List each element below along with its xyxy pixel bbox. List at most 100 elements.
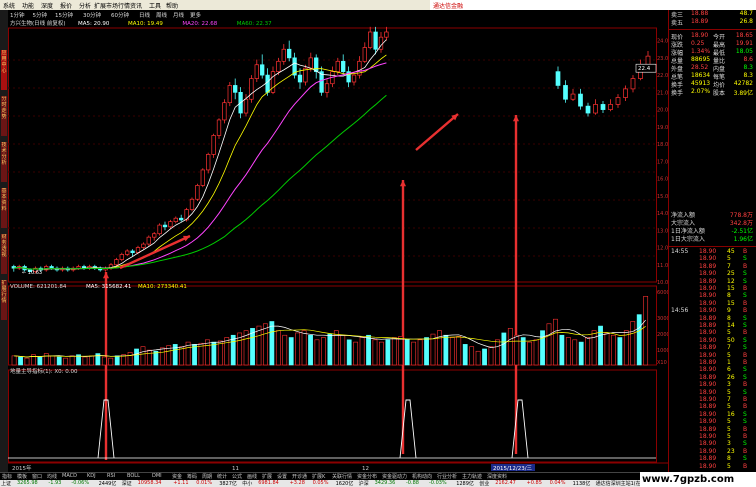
menu-item-4[interactable]: 分析 xyxy=(79,1,91,10)
volume-bar xyxy=(585,337,591,366)
bottom-tab-9[interactable]: 资金 xyxy=(172,473,182,480)
volume-bar xyxy=(623,330,629,366)
bottom-tab2-4[interactable]: 资金驱动力 xyxy=(382,473,407,480)
volume-bar xyxy=(540,330,545,366)
bottom-tab-3[interactable]: 均线 xyxy=(47,473,57,480)
tick-price: 18.89 xyxy=(699,373,717,381)
menu-item-7[interactable]: 工具 xyxy=(149,1,161,10)
period-tab-8[interactable]: 更多 xyxy=(190,11,202,19)
watermark: www.7gpzb.com xyxy=(640,472,756,487)
chart-canvas[interactable]: 1分钟 5分钟 15分钟 30分钟 60分钟 日线 周线 月线 更多方兴生物(日线 前复权) MA… xyxy=(8,10,673,472)
sidebar-tab-5[interactable]: 扩展行情 xyxy=(1,280,7,320)
status-item-18: -0.03% xyxy=(429,480,447,486)
menu-item-3[interactable]: 报价 xyxy=(60,1,72,10)
stat-value: 18.65 xyxy=(735,32,753,39)
tick-direction: B xyxy=(743,299,748,307)
tick-direction: B xyxy=(743,425,748,433)
sidebar-tab-0[interactable]: 应用中心 xyxy=(1,50,7,90)
volume-bar xyxy=(372,339,378,366)
tick-direction: S xyxy=(743,366,747,374)
volume-bar xyxy=(572,339,578,366)
bottom-tab-4[interactable]: MACD xyxy=(62,473,77,479)
volume-bar xyxy=(295,332,301,366)
menu-bar: 系统 功能 深度 报价 分析 扩展市场行情 资讯 工具 帮助 xyxy=(0,0,430,10)
bottom-tab-2[interactable]: 窗口 xyxy=(32,473,42,480)
bottom-tab2-5[interactable]: 机构动向 xyxy=(412,473,432,480)
volume-axis-label: 30000 xyxy=(657,316,668,322)
bottom-tab2-0[interactable]: 开诊通 xyxy=(292,473,307,480)
bottom-tab-13[interactable]: 公式 xyxy=(232,473,242,480)
period-tab-1[interactable]: 5分钟 xyxy=(33,11,48,19)
tick-direction: S xyxy=(743,373,747,381)
tick-price: 18.89 xyxy=(699,277,717,285)
volume-bar xyxy=(417,339,423,366)
tick-volume: 5 xyxy=(727,351,731,359)
tick-volume: 26 xyxy=(727,373,735,381)
period-tab-6[interactable]: 周线 xyxy=(156,11,168,19)
tick-price: 18.89 xyxy=(699,455,717,463)
bottom-tab-7[interactable]: BOLL xyxy=(127,473,140,479)
sidebar-tab-4[interactable]: 财务透视 xyxy=(1,234,7,274)
low-price-label: ← 10.63 xyxy=(22,270,42,276)
volume-bar xyxy=(630,321,636,366)
bottom-tab-11[interactable]: 周期 xyxy=(202,473,212,480)
bottom-tab2-8[interactable]: 深度资料 xyxy=(487,473,507,480)
period-tab-7[interactable]: 月线 xyxy=(173,11,185,19)
period-tab-4[interactable]: 60分钟 xyxy=(111,11,129,19)
tick-volume: 23 xyxy=(727,447,735,455)
volume-bar xyxy=(456,336,462,366)
volume-bar xyxy=(250,328,255,366)
period-tab-0[interactable]: 1分钟 xyxy=(10,11,25,19)
status-item-21: 2162.47 xyxy=(495,480,516,486)
watermark-text: www.7gpzb.com xyxy=(642,474,735,485)
sidebar-tab-2[interactable]: 技术分析 xyxy=(1,142,7,182)
kline-chart[interactable]: 1分钟 5分钟 15分钟 30分钟 60分钟 日线 周线 月线 更多 方兴生物(日线 前复权) MA… xyxy=(8,10,673,472)
tick-price: 18.90 xyxy=(699,329,717,337)
quote-panel: 卖三 18.88 48.7 卖五 18.89 26.8 现价 18.90 今开 18.65 涨跌 0.… xyxy=(668,10,756,472)
bottom-tab2-2[interactable]: 关联行情 xyxy=(332,473,352,480)
bottom-tab2-6[interactable]: 行业分析 xyxy=(437,473,457,480)
bottom-tab-10[interactable]: 筹码 xyxy=(187,473,197,480)
menu-item-0[interactable]: 系统 xyxy=(3,1,15,10)
bottom-tab-0[interactable]: 指标 xyxy=(2,473,12,480)
indicator-legend: 地量主导指标(1): X0: 0.00 xyxy=(10,367,78,375)
bottom-tab2-1[interactable]: 扩展K xyxy=(312,473,325,480)
bottom-tab-14[interactable]: 画线 xyxy=(247,473,257,480)
bottom-tab-6[interactable]: RSI xyxy=(107,473,115,479)
price-axis-label: 20.00 xyxy=(657,108,668,114)
bottom-tab-5[interactable]: KDJ xyxy=(87,473,96,479)
bottom-tab-1[interactable]: 模板 xyxy=(17,473,27,480)
bottom-tab-8[interactable]: DMI xyxy=(152,473,162,479)
candle xyxy=(146,236,151,245)
menu-item-5[interactable]: 扩展市场行情 xyxy=(94,1,130,10)
flow-row: 1日大宗流入 1.96亿 xyxy=(671,234,755,243)
bottom-tab2-3[interactable]: 资金分布 xyxy=(357,473,377,480)
bottom-tab-12[interactable]: 统计 xyxy=(217,473,227,480)
sidebar-tab-1[interactable]: 分时走势 xyxy=(1,96,7,136)
ask-volume: 48.7 xyxy=(739,10,753,17)
status-item-0: 上证 xyxy=(1,481,12,487)
volume-bar xyxy=(321,337,326,366)
status-item-22: +0.85 xyxy=(526,480,542,486)
candle xyxy=(623,88,628,98)
period-tab-5[interactable]: 日线 xyxy=(139,11,151,19)
menu-item-6[interactable]: 资讯 xyxy=(130,1,142,10)
status-item-24: 1138亿 xyxy=(572,481,591,487)
menu-item-1[interactable]: 功能 xyxy=(22,1,34,10)
menu-item-8[interactable]: 帮助 xyxy=(166,1,178,10)
status-item-7: +1.11 xyxy=(173,480,189,486)
period-tab-3[interactable]: 30分钟 xyxy=(83,11,101,19)
period-tab-2[interactable]: 15分钟 xyxy=(55,11,73,19)
stat-value: 0.25 xyxy=(691,40,705,47)
sidebar-tab-3[interactable]: 基本资料 xyxy=(1,188,7,228)
bottom-tab-15[interactable]: 扩展 xyxy=(262,473,272,480)
candle xyxy=(141,243,146,248)
tick-volume: 25 xyxy=(727,270,735,278)
volume-bar xyxy=(411,341,417,366)
bottom-tab2-7[interactable]: 主力轨迹 xyxy=(462,473,482,480)
menu-item-2[interactable]: 深度 xyxy=(41,1,53,10)
volume-bar xyxy=(437,330,442,366)
candle xyxy=(270,71,276,93)
bottom-tab-16[interactable]: 设置 xyxy=(277,473,287,480)
tick-volume: 3 xyxy=(727,381,731,389)
